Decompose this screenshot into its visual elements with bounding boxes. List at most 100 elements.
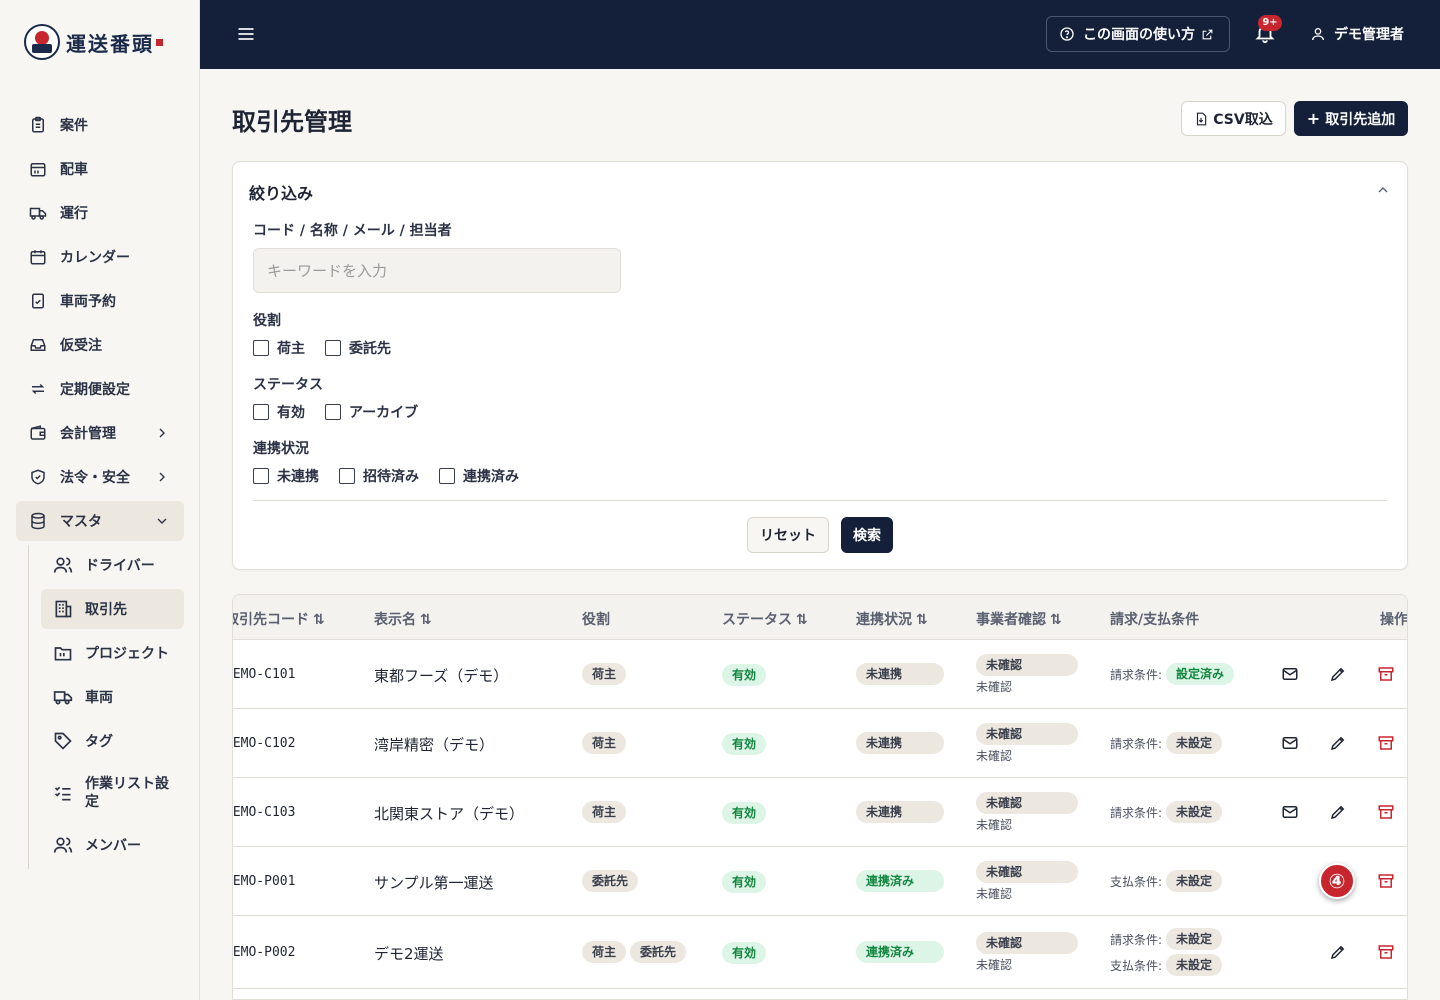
verify-badge: 未確認 bbox=[976, 932, 1078, 954]
table-row[interactable]: DEMO-C103 北関東ストア（デモ） 荷主 有効 未連携 未確認 未確認 請… bbox=[233, 778, 1407, 847]
verify-badge: 未確認 bbox=[976, 654, 1078, 676]
external-link-icon bbox=[1202, 29, 1213, 39]
sidebar-item-label: 取引先 bbox=[85, 602, 127, 618]
role-cell: 委託先 bbox=[582, 870, 642, 892]
status-checkbox-active[interactable]: 有効 bbox=[253, 402, 305, 422]
clipboard-icon bbox=[28, 115, 48, 135]
role-checkbox-contractor[interactable]: 委託先 bbox=[325, 338, 391, 358]
filter-panel: 絞り込み コード / 名称 / メール / 担当者 役割 荷主 委託先 ステータ… bbox=[232, 161, 1408, 570]
archive-icon[interactable] bbox=[1377, 943, 1395, 961]
partner-name[interactable]: デモ2運送 bbox=[374, 943, 444, 964]
edit-icon[interactable] bbox=[1329, 803, 1347, 821]
menu-icon[interactable] bbox=[236, 24, 256, 44]
column-header-label: 連携状況 bbox=[856, 612, 912, 628]
checkbox-label: 連携済み bbox=[463, 469, 519, 485]
checkbox-box[interactable] bbox=[325, 340, 341, 356]
chevron-up-icon[interactable] bbox=[1375, 182, 1391, 198]
condition-line: 請求条件: 未設定 bbox=[1110, 801, 1226, 823]
column-header-code[interactable]: 取引先コード ⇅ bbox=[233, 609, 325, 629]
link-checkbox-unlinked[interactable]: 未連携 bbox=[253, 466, 319, 486]
sidebar-item-vehicle-booking[interactable]: 車両予約 bbox=[16, 281, 184, 321]
archive-icon[interactable] bbox=[1377, 872, 1395, 890]
sidebar-item-partners[interactable]: 取引先 bbox=[41, 589, 184, 629]
partner-name[interactable]: サンプル第一運送 bbox=[374, 872, 494, 893]
checkbox-box[interactable] bbox=[339, 468, 355, 484]
verify-badge: 未確認 bbox=[976, 792, 1078, 814]
checkbox-box[interactable] bbox=[439, 468, 455, 484]
sidebar-item-calendar[interactable]: カレンダー bbox=[16, 237, 184, 277]
archive-icon[interactable] bbox=[1377, 734, 1395, 752]
column-header-verify[interactable]: 事業者確認 ⇅ bbox=[976, 609, 1062, 629]
checkbox-box[interactable] bbox=[253, 340, 269, 356]
link-checkbox-invited[interactable]: 招待済み bbox=[339, 466, 419, 486]
sidebar-item-compliance[interactable]: 法令・安全 bbox=[16, 457, 184, 497]
filter-divider bbox=[253, 500, 1387, 501]
link-checkbox-linked[interactable]: 連携済み bbox=[439, 466, 519, 486]
partners-table: 取引先コード ⇅ 表示名 ⇅ 役割 ステータス ⇅ 連携状況 ⇅ 事業者確認 ⇅ 請求/支… bbox=[232, 594, 1408, 1000]
role-badge: 荷主 bbox=[582, 801, 627, 823]
add-partner-button[interactable]: + 取引先追加 bbox=[1294, 101, 1408, 136]
table-row[interactable]: DEMO-C102 湾岸精密（デモ） 荷主 有効 未連携 未確認 未確認 請求条… bbox=[233, 709, 1407, 778]
partner-name[interactable]: 北関東ストア（デモ） bbox=[374, 803, 524, 824]
sidebar-item-tags[interactable]: タグ bbox=[41, 721, 184, 761]
condition-badge: 未設定 bbox=[1166, 954, 1223, 976]
calendar-check-icon bbox=[28, 291, 48, 311]
edit-icon[interactable] bbox=[1329, 665, 1347, 683]
sidebar-item-label: タグ bbox=[85, 734, 113, 750]
table-row[interactable]: DEMO-C101 東都フーズ（デモ） 荷主 有効 未連携 未確認 未確認 請求… bbox=[232, 640, 1407, 709]
column-header-actions: 操作 bbox=[1380, 609, 1407, 629]
role-cell: 荷主 bbox=[582, 732, 630, 754]
help-button[interactable]: この画面の使い方 bbox=[1046, 16, 1230, 52]
sidebar-item-accounting[interactable]: 会計管理 bbox=[16, 413, 184, 453]
reset-button[interactable]: リセット bbox=[747, 517, 829, 553]
mail-icon[interactable] bbox=[1281, 803, 1299, 821]
link-badge: 未連携 bbox=[856, 732, 944, 754]
partner-name[interactable]: 湾岸精密（デモ） bbox=[374, 734, 494, 755]
logo-text: 運送番頭 bbox=[66, 31, 154, 56]
sidebar-item-tentative-orders[interactable]: 仮受注 bbox=[16, 325, 184, 365]
column-header-name[interactable]: 表示名 ⇅ bbox=[374, 609, 432, 629]
csv-import-button[interactable]: CSV取込 bbox=[1181, 101, 1286, 136]
sidebar-item-dispatch[interactable]: 配車 bbox=[16, 149, 184, 189]
sidebar-item-vehicles[interactable]: 車両 bbox=[41, 677, 184, 717]
repeat-icon bbox=[28, 379, 48, 399]
column-header-status[interactable]: ステータス ⇅ bbox=[722, 609, 808, 629]
role-checkbox-shipper[interactable]: 荷主 bbox=[253, 338, 305, 358]
sidebar-item-drivers[interactable]: ドライバー bbox=[41, 545, 184, 585]
edit-icon[interactable] bbox=[1329, 734, 1347, 752]
partner-code: DEMO-C101 bbox=[232, 667, 296, 682]
sidebar-item-regular-routes[interactable]: 定期便設定 bbox=[16, 369, 184, 409]
checkbox-label: 有効 bbox=[277, 405, 305, 421]
status-checkbox-archive[interactable]: アーカイブ bbox=[325, 402, 418, 422]
condition-line: 支払条件: 未設定 bbox=[1110, 954, 1226, 976]
archive-icon[interactable] bbox=[1377, 803, 1395, 821]
sidebar-item-operation[interactable]: 運行 bbox=[16, 193, 184, 233]
edit-icon[interactable] bbox=[1329, 943, 1347, 961]
checkbox-box[interactable] bbox=[253, 468, 269, 484]
table-row[interactable]: DEMO-P002 デモ2運送 荷主 委託先 有効 連携済み 未確認 未確認 請求… bbox=[233, 916, 1407, 989]
status-badge: 有効 bbox=[722, 664, 767, 686]
user-menu[interactable]: デモ管理者 bbox=[1310, 24, 1404, 44]
sidebar-item-members[interactable]: メンバー bbox=[41, 825, 184, 865]
sidebar-item-cases[interactable]: 案件 bbox=[16, 105, 184, 145]
keyword-input[interactable] bbox=[253, 248, 621, 293]
column-header-link[interactable]: 連携状況 ⇅ bbox=[856, 609, 928, 629]
checkbox-box[interactable] bbox=[253, 404, 269, 420]
app-logo[interactable]: 運送番頭 bbox=[24, 24, 163, 60]
role-badge: 荷主 bbox=[582, 732, 627, 754]
sidebar-item-master[interactable]: マスタ bbox=[16, 501, 184, 541]
calendar-icon bbox=[28, 247, 48, 267]
mail-icon[interactable] bbox=[1281, 734, 1299, 752]
checkbox-label: 未連携 bbox=[277, 469, 319, 485]
table-row[interactable]: DEMO-P001 サンプル第一運送 委託先 有効 連携済み 未確認 未確認 支… bbox=[233, 847, 1407, 916]
sidebar-item-projects[interactable]: プロジェクト bbox=[41, 633, 184, 673]
column-header-label: 請求/支払条件 bbox=[1110, 612, 1200, 628]
sidebar-item-label: 法令・安全 bbox=[60, 470, 130, 486]
logo-seal bbox=[156, 38, 163, 46]
checkbox-box[interactable] bbox=[325, 404, 341, 420]
mail-icon[interactable] bbox=[1281, 665, 1299, 683]
partner-name[interactable]: 東都フーズ（デモ） bbox=[374, 665, 508, 686]
archive-icon[interactable] bbox=[1377, 665, 1395, 683]
sidebar-item-worklist-settings[interactable]: 作業リスト設定 bbox=[41, 765, 184, 821]
search-button[interactable]: 検索 bbox=[841, 517, 893, 553]
